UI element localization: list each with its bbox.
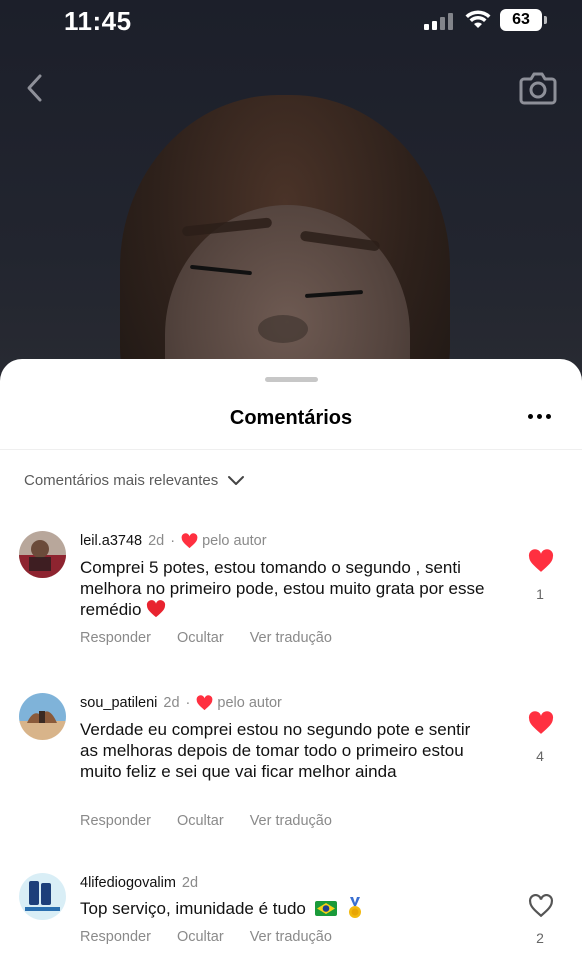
reply-button[interactable]: Responder <box>80 929 151 945</box>
liked-by-author-label: pelo autor <box>217 695 282 711</box>
sheet-title: Comentários <box>229 407 353 429</box>
liked-by-author-label: pelo autor <box>202 533 267 549</box>
comment-username[interactable]: sou_patileni <box>80 695 157 711</box>
comment-item: 4lifediogovalim 2d Top serviço, imunidad… <box>0 873 582 960</box>
separator-dot: · <box>185 695 191 711</box>
like-count[interactable]: 2 <box>520 930 560 946</box>
separator-dot: · <box>170 533 176 549</box>
hide-button[interactable]: Ocultar <box>177 813 224 829</box>
see-translation-button[interactable]: Ver tradução <box>250 929 332 945</box>
sheet-divider <box>0 449 582 450</box>
medal-icon <box>349 897 362 918</box>
camera-icon[interactable] <box>519 70 557 106</box>
comment-time: 2d <box>148 533 165 549</box>
hide-button[interactable]: Ocultar <box>177 630 224 646</box>
comment-text-wrapper: Top serviço, imunidade é tudo <box>80 897 490 919</box>
reply-button[interactable]: Responder <box>80 813 151 829</box>
brazil-flag-icon <box>314 901 337 916</box>
status-time: 11:45 <box>64 6 132 36</box>
reply-button[interactable]: Responder <box>80 630 151 646</box>
cellular-signal-icon <box>424 12 456 30</box>
author-liked-heart-icon <box>196 695 213 711</box>
status-bar: 11:45 63 <box>0 0 582 44</box>
video-subject-nose <box>258 315 308 343</box>
comment-username[interactable]: leil.a3748 <box>80 533 142 549</box>
heart-outline-icon[interactable] <box>528 894 554 918</box>
like-count[interactable]: 4 <box>520 748 560 764</box>
more-options-icon[interactable] <box>528 414 552 420</box>
sort-selector[interactable]: Comentários mais relevantes <box>24 469 246 491</box>
heart-filled-icon[interactable] <box>528 549 554 573</box>
avatar[interactable] <box>19 873 66 920</box>
comment-text-wrapper: Comprei 5 potes, estou tomando o segundo… <box>80 557 490 620</box>
comment-time: 2d <box>163 695 180 711</box>
battery-indicator: 63 <box>500 9 547 31</box>
comment-text: Verdade eu comprei estou no segundo pote… <box>80 720 471 781</box>
avatar[interactable] <box>19 693 66 740</box>
like-count[interactable]: 1 <box>520 586 560 602</box>
sort-label: Comentários mais relevantes <box>24 471 219 489</box>
avatar[interactable] <box>19 531 66 578</box>
see-translation-button[interactable]: Ver tradução <box>250 630 332 646</box>
comment-text: Comprei 5 potes, estou tomando o segundo… <box>80 558 485 619</box>
comment-item: sou_patileni 2d · pelo autor Verdade eu … <box>0 691 582 851</box>
comment-username[interactable]: 4lifediogovalim <box>80 875 176 891</box>
hide-button[interactable]: Ocultar <box>177 929 224 945</box>
comments-sheet: Comentários Comentários mais relevantes … <box>0 359 582 960</box>
comment-item: leil.a3748 2d · pelo autor Comprei 5 pot… <box>0 529 582 679</box>
wifi-icon <box>465 10 491 28</box>
sheet-grabber-handle[interactable] <box>265 377 318 382</box>
background-video-frame <box>0 0 582 420</box>
see-translation-button[interactable]: Ver tradução <box>250 813 332 829</box>
back-chevron-icon[interactable] <box>22 72 48 104</box>
chevron-down-icon <box>228 476 245 485</box>
author-liked-heart-icon <box>181 533 198 549</box>
red-heart-emoji-icon <box>147 600 166 618</box>
comment-time: 2d <box>181 875 199 891</box>
heart-filled-icon[interactable] <box>528 711 554 735</box>
comment-text: Top serviço, imunidade é tudo <box>80 899 306 918</box>
